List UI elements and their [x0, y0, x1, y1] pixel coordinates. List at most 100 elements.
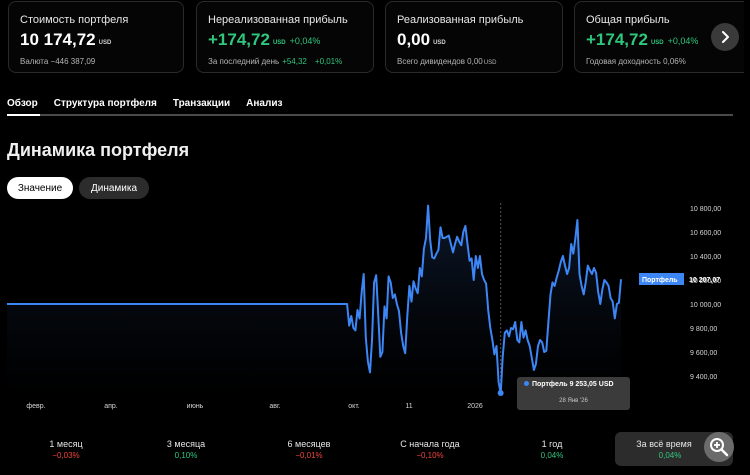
x-tick-label: окт. — [348, 403, 359, 410]
series-dot-icon — [524, 381, 529, 386]
chart-data-point — [352, 327, 354, 329]
chart-data-point — [479, 255, 481, 257]
tab-overview[interactable]: Обзор — [7, 98, 38, 109]
card-portfolio-value[interactable]: Стоимость портфеля 10 174,72 USD Валюта −… — [8, 1, 184, 73]
chart-data-point — [610, 297, 612, 299]
x-tick-label: апр. — [104, 403, 118, 410]
chart-data-point — [481, 273, 483, 275]
x-tick-label: 2026 — [467, 403, 483, 410]
chart-data-point — [554, 285, 556, 287]
chart-data-point — [603, 279, 605, 281]
chart-data-point — [442, 237, 444, 239]
tab-analysis[interactable]: Анализ — [246, 98, 282, 109]
chart-data-point — [506, 329, 508, 331]
card-label: Стоимость портфеля — [20, 14, 129, 26]
chart-data-point — [423, 248, 425, 250]
chart-data-point — [367, 361, 369, 363]
chart-data-point — [477, 267, 479, 269]
period-3-months[interactable]: 3 месяца 0,10% — [136, 432, 236, 460]
period-ytd[interactable]: С начала года −0,10% — [380, 432, 480, 460]
chart-data-point — [344, 303, 346, 305]
zoom-in-icon — [710, 438, 729, 457]
chart-data-point — [361, 291, 363, 293]
chart-data-point — [396, 303, 398, 305]
card-unrealized-profit[interactable]: Нереализованная прибыль +174,72 USD +0,04%… — [196, 1, 374, 73]
chart-data-point — [543, 351, 545, 353]
chart-data-point — [342, 303, 344, 305]
chart-data-point — [471, 257, 473, 259]
chart-data-point — [493, 353, 495, 355]
x-tick-label: февр. — [26, 403, 45, 410]
chart-data-point — [462, 231, 464, 233]
chart-data-point — [440, 226, 442, 228]
chart-data-point — [568, 267, 570, 269]
tab-underline — [7, 114, 733, 116]
card-value: 0,00 USD — [397, 30, 446, 49]
chart-data-point — [406, 315, 408, 317]
tooltip-value: Портфель 9 253,05 USD — [524, 381, 614, 388]
chart-data-point — [525, 329, 527, 331]
period-1-year[interactable]: 1 год 0,04% — [502, 432, 602, 460]
period-6-months[interactable]: 6 месяцев −0,01% — [259, 432, 359, 460]
card-value: +174,72 USD +0,04% — [586, 30, 699, 49]
chart-data-point — [587, 265, 589, 267]
chart-data-point — [485, 283, 487, 285]
chart-data-point — [518, 341, 520, 343]
chart-data-point — [388, 275, 390, 277]
chart-data-point — [597, 291, 599, 293]
tab-transactions[interactable]: Транзакции — [173, 98, 230, 109]
chart-data-point — [620, 278, 622, 280]
zoom-button[interactable] — [704, 432, 734, 462]
chart-data-point — [545, 350, 547, 352]
card-realized-profit[interactable]: Реализованная прибыль 0,00 USD Всего диви… — [385, 1, 563, 73]
x-tick-label: 11 — [405, 403, 412, 410]
chart-data-point — [498, 381, 500, 383]
chart-data-point — [469, 260, 471, 262]
chart-data-point — [512, 328, 514, 330]
period-1-month[interactable]: 1 месяц −0,03% — [16, 432, 116, 460]
chart-data-point — [516, 339, 518, 341]
active-tab-indicator — [7, 114, 40, 116]
chart-data-point — [404, 352, 406, 354]
chart-data-point — [400, 332, 402, 334]
chart-data-point — [429, 238, 431, 240]
chart-data-point — [375, 274, 377, 276]
y-tick-label: 9 800,00 — [690, 326, 717, 333]
chart-data-point — [537, 345, 539, 347]
chart-data-point — [550, 293, 552, 295]
period-returns: 1 месяц −0,03% 3 месяца 0,10% 6 месяцев −0,… — [0, 432, 750, 475]
chart-data-point — [467, 243, 469, 245]
chart-data-point — [558, 269, 560, 271]
chart-data-point — [421, 275, 423, 277]
chart-data-point — [392, 297, 394, 299]
chart-data-point — [446, 236, 448, 238]
y-tick-label: 9 400,00 — [690, 374, 717, 381]
chart-data-point — [608, 285, 610, 287]
chart-area — [7, 205, 621, 400]
page-title: Динамика портфеля — [7, 140, 190, 160]
portfolio-chart[interactable]: 10 800,0010 600,0010 400,0010 200,0010 0… — [0, 195, 750, 415]
chart-data-point — [556, 277, 558, 279]
chart-data-point — [384, 305, 386, 307]
chart-data-point — [489, 327, 491, 329]
chart-data-point — [473, 279, 475, 281]
chart-data-point — [483, 279, 485, 281]
chart-data-point — [363, 273, 365, 275]
tooltip-date: 28 Янв '26 — [559, 398, 588, 404]
chart-data-point — [365, 337, 367, 339]
chart-data-point — [523, 337, 525, 339]
chart-data-point — [464, 225, 466, 227]
chart-data-point — [514, 321, 516, 323]
chart-data-point — [527, 339, 529, 341]
chart-data-point — [452, 251, 454, 253]
chart-data-point — [510, 327, 512, 329]
chart-data-point — [458, 241, 460, 243]
chart-data-point — [614, 317, 616, 319]
next-cards-button[interactable] — [711, 23, 739, 51]
chart-data-point — [599, 303, 601, 305]
tab-portfolio-structure[interactable]: Структура портфеля — [54, 98, 157, 109]
chart-data-point — [535, 363, 537, 365]
x-tick-label: авг. — [269, 403, 280, 410]
chart-data-point — [379, 356, 381, 358]
chart-data-point — [595, 272, 597, 274]
